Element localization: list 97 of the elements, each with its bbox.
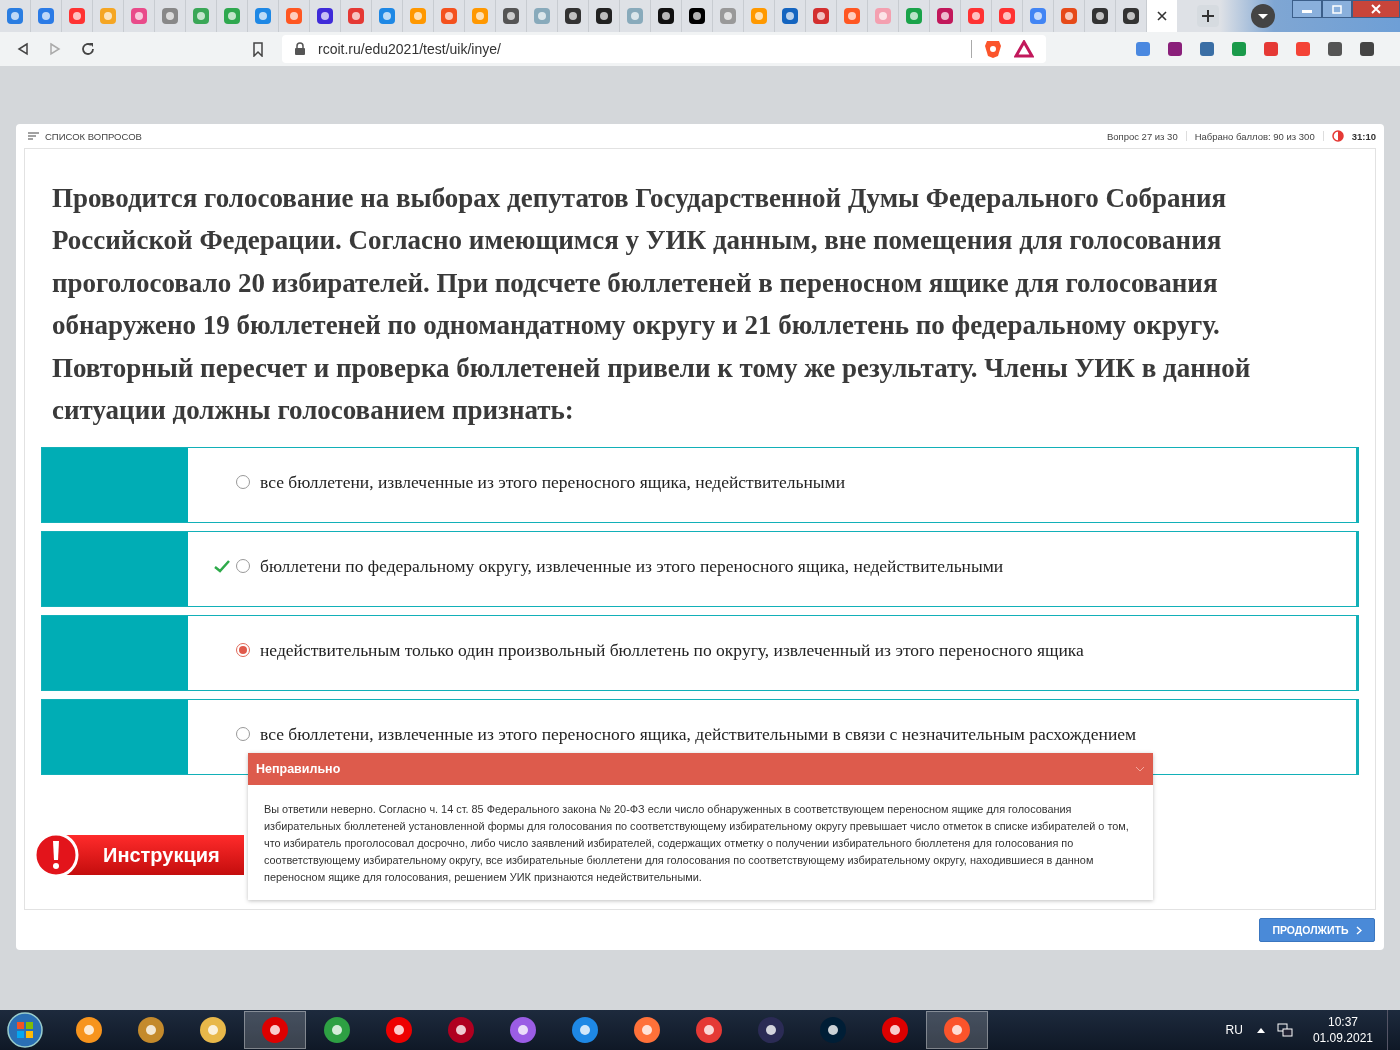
favicon-icon — [285, 7, 303, 25]
favicon-icon — [347, 7, 365, 25]
back-icon[interactable] — [16, 42, 30, 56]
favicon-icon — [440, 7, 458, 25]
favicon-icon — [37, 7, 55, 25]
lock-icon — [294, 42, 306, 56]
favicon-icon — [254, 7, 272, 25]
favicon-icon — [161, 7, 179, 25]
app-icon — [136, 1015, 166, 1045]
answer-option[interactable]: все бюллетени, извлеченные из этого переносного ящика, недействительными — [41, 447, 1359, 524]
app-icon — [508, 1015, 538, 1045]
favicon-icon — [378, 7, 396, 25]
favicon-icon — [316, 7, 334, 25]
answer-option[interactable]: бюллетени по федеральному округу, извлеченные из этого переносного ящика, недействительными — [41, 531, 1359, 608]
favicon-icon — [657, 7, 675, 25]
favicon-icon — [967, 7, 985, 25]
favicon-icon — [1029, 7, 1047, 25]
timer-text: 31:10 — [1351, 130, 1376, 142]
favicon-icon — [533, 7, 551, 25]
clock-date: 01.09.2021 — [1312, 1030, 1373, 1046]
app-icon — [880, 1015, 910, 1045]
favicon-icon — [719, 7, 737, 25]
option-text: все бюллетени, извлеченные из этого переносного ящика, действительными в связи с незначительным расхождением — [260, 723, 1137, 745]
favicon-icon — [471, 7, 489, 25]
list-icon — [28, 132, 39, 140]
network-icon[interactable] — [1276, 1023, 1293, 1037]
favicon-icon — [781, 7, 799, 25]
app-icon — [384, 1015, 414, 1045]
favicon-icon — [502, 7, 520, 25]
favicon-icon — [409, 7, 427, 25]
taskbar-app[interactable] — [244, 1011, 306, 1049]
favicon-icon — [192, 7, 210, 25]
new-tab-icon[interactable] — [1197, 5, 1219, 27]
favicon-icon — [595, 7, 613, 25]
feedback-title: Неправильно — [256, 762, 341, 776]
favicon-icon — [1060, 7, 1078, 25]
minimize-icon[interactable] — [1292, 0, 1322, 18]
favicon-icon — [1091, 7, 1109, 25]
favicon-icon — [843, 7, 861, 25]
app-icon — [198, 1015, 228, 1045]
favicon-icon — [998, 7, 1016, 25]
extension-icon[interactable] — [1166, 40, 1184, 58]
app-icon — [260, 1015, 290, 1045]
favicon-icon — [223, 7, 241, 25]
app-icon — [570, 1015, 600, 1045]
triangle-icon[interactable] — [1014, 40, 1034, 58]
extension-icon[interactable] — [1198, 40, 1216, 58]
favicon-icon — [874, 7, 892, 25]
favicon-icon — [99, 7, 117, 25]
app-icon — [756, 1015, 786, 1045]
chevron-icon — [1355, 925, 1362, 935]
favicon-icon — [936, 7, 954, 25]
maximize-icon[interactable] — [1322, 0, 1352, 18]
bookmark-icon[interactable] — [252, 41, 264, 57]
favicon-icon — [750, 7, 768, 25]
favicon-icon — [564, 7, 582, 25]
favicon-icon — [6, 7, 24, 25]
score-text: Набрано баллов: 90 из 300 — [1194, 130, 1315, 142]
question-counter: Вопрос 27 из 30 — [1106, 130, 1178, 142]
profile-icon[interactable] — [1250, 3, 1276, 29]
clock-time: 10:37 — [1327, 1014, 1358, 1030]
extension-icon[interactable] — [1358, 40, 1376, 58]
option-text: бюллетени по федеральному округу, извлеченные из этого переносного ящика, недействительными — [260, 555, 1004, 577]
favicon-icon — [1122, 7, 1140, 25]
app-icon — [818, 1015, 848, 1045]
tray-arrow-icon[interactable] — [1256, 1027, 1265, 1033]
timer-icon — [1331, 130, 1344, 142]
app-icon — [322, 1015, 352, 1045]
continue-button[interactable]: ПРОДОЛЖИТЬ — [1259, 918, 1375, 942]
app-icon — [942, 1015, 972, 1045]
start-icon[interactable] — [6, 1011, 44, 1049]
question-list-link[interactable]: СПИСОК ВОПРОСОВ — [24, 130, 142, 142]
app-icon — [446, 1015, 476, 1045]
option-text: все бюллетени, извлеченные из этого переносного ящика, недействительными — [260, 471, 845, 493]
app-icon — [694, 1015, 724, 1045]
close-icon[interactable] — [1156, 10, 1168, 22]
option-text: недействительным только один произвольный бюллетень по округу, извлеченный из этого переносного ящика — [260, 639, 1084, 661]
favicon-icon — [130, 7, 148, 25]
address-bar[interactable]: rcoit.ru/edu2021/test/uik/inye/ — [282, 35, 1046, 63]
app-icon — [74, 1015, 104, 1045]
close-icon[interactable] — [1352, 0, 1400, 18]
extension-icon[interactable] — [1262, 40, 1280, 58]
question-text: Проводится голосование на выборах депутатов Государственной Думы Федерального Собрания Российской Федерации. Согласно имеющимся у УИК данным, вне помещения для голосования проголосовало 20 избирателей. При подсчете бюллетеней в переносном ящике для голосования обнаружено 19 бюллетеней по одномандатному округу и 21 бюллетень по федеральному округу. Повторный пересчет и проверка бюллетеней привели к тому же результату. Члены УИК в данной ситуации должны голосованием признать: — [52, 182, 1252, 428]
feedback-text: Вы ответили неверно. Согласно ч. 14 ст. 85 Федерального закона № 20-ФЗ если число обнаруженных в соответствующем переносном ящике для голосования избирательных бюллетеней установленной формы для голосования по соответствующему избирательному округу превышает число отметок в списке избирателей о том, что избиратель проголосовал досрочно, либо число заявлений избирателей, содержащих отметку о получении избирательного бюллетеня для голосования по соответствующему избирательному округу, все избирательные бюллетени для голосования по соответствующему избирательному округу, находившиеся в данном переносном ящике для голосования, решением УИК признаются недействительными. — [263, 802, 1130, 885]
favicon-icon — [905, 7, 923, 25]
clock[interactable]: 10:37 01.09.2021 — [1312, 1014, 1373, 1046]
favicon-icon — [688, 7, 706, 25]
language-indicator[interactable]: RU — [1225, 1023, 1243, 1037]
extension-icon[interactable] — [1326, 40, 1344, 58]
taskbar-app[interactable] — [926, 1011, 988, 1049]
answer-option[interactable]: недействительным только один произвольный бюллетень по округу, извлеченный из этого переносного ящика — [41, 615, 1359, 692]
favicon-icon — [812, 7, 830, 25]
reload-icon[interactable] — [80, 41, 96, 57]
app-icon — [632, 1015, 662, 1045]
favicon-icon — [626, 7, 644, 25]
active-tab[interactable] — [1147, 0, 1177, 32]
favicon-icon — [68, 7, 86, 25]
